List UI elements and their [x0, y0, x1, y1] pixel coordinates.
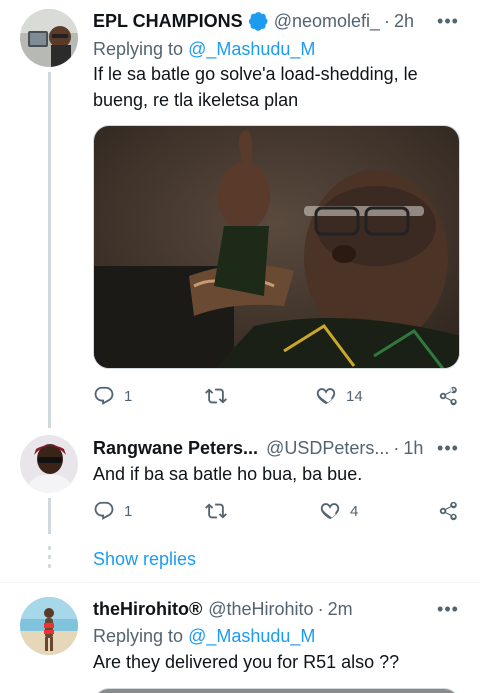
handle[interactable]: @neomolefi_	[274, 10, 380, 32]
tweet-text: Are they delivered you for R51 also ??	[93, 652, 400, 672]
separator-dot: ·	[384, 11, 391, 31]
tweet-photo[interactable]	[93, 125, 460, 369]
verified-badge-icon	[247, 10, 269, 32]
reply-count: 1	[124, 502, 133, 520]
thread-line	[48, 498, 51, 534]
like-count: 14	[346, 387, 363, 405]
timestamp[interactable]: 2m	[328, 598, 353, 620]
display-name[interactable]: theHirohito®	[93, 598, 202, 620]
like-count: 4	[350, 502, 359, 520]
tweet-header: theHirohito® @theHirohito · 2m •••	[93, 598, 460, 620]
separator-dot: ·	[393, 438, 400, 458]
share-icon	[439, 501, 457, 521]
tweet-text: If le sa batle go solve'a load-shedding,…	[93, 64, 418, 110]
divider	[0, 582, 480, 583]
like-icon	[316, 388, 336, 405]
more-icon[interactable]: •••	[436, 10, 460, 32]
handle[interactable]: @theHirohito	[208, 598, 313, 620]
display-name[interactable]: EPL CHAMPIONS	[93, 10, 243, 32]
like-button[interactable]: 4	[319, 500, 358, 522]
share-icon	[439, 386, 457, 406]
share-button[interactable]	[438, 385, 460, 407]
reply-icon	[94, 386, 114, 405]
retweet-button[interactable]	[205, 385, 236, 407]
tweet-text: And if ba sa batle ho bua, ba bue.	[93, 464, 363, 484]
separator-dot: ·	[317, 599, 324, 619]
avatar[interactable]	[20, 9, 78, 67]
reply-button[interactable]: 1	[93, 385, 132, 407]
replying-to: Replying to @_Mashudu_M	[93, 625, 315, 647]
thread-line	[48, 72, 51, 428]
replying-to: Replying to @_Mashudu_M	[93, 38, 315, 60]
replying-prefix: Replying to	[93, 626, 184, 646]
more-icon[interactable]: •••	[436, 598, 460, 620]
thread-dots	[48, 546, 51, 573]
retweet-button[interactable]	[205, 500, 236, 522]
like-icon	[320, 503, 340, 520]
tweet-actions: 1 14	[93, 385, 460, 409]
like-button[interactable]: 14	[315, 385, 363, 407]
retweet-icon	[205, 503, 227, 519]
reply-button[interactable]: 1	[93, 500, 132, 522]
mention-link[interactable]: @_Mashudu_M	[188, 39, 315, 59]
reply-count: 1	[124, 387, 133, 405]
tweet-header: EPL CHAMPIONS @neomolefi_ · 2h •••	[93, 10, 460, 32]
display-name[interactable]: Rangwane Peters...	[93, 437, 258, 459]
timestamp[interactable]: 1h	[403, 437, 423, 459]
handle[interactable]: @USDPeters...	[266, 437, 389, 459]
share-button[interactable]	[438, 500, 460, 522]
tweet-photo-preview[interactable]	[93, 688, 460, 693]
retweet-icon	[205, 388, 227, 404]
replying-prefix: Replying to	[93, 39, 184, 59]
show-replies-link[interactable]: Show replies	[93, 549, 196, 570]
more-icon[interactable]: •••	[436, 437, 460, 459]
tweet-header: Rangwane Peters... @USDPeters... · 1h ••…	[93, 437, 460, 459]
tweet-actions: 1 4	[93, 500, 460, 524]
avatar[interactable]	[20, 435, 78, 493]
avatar[interactable]	[20, 597, 78, 655]
mention-link[interactable]: @_Mashudu_M	[188, 626, 315, 646]
reply-icon	[94, 501, 114, 520]
timestamp[interactable]: 2h	[394, 10, 414, 32]
